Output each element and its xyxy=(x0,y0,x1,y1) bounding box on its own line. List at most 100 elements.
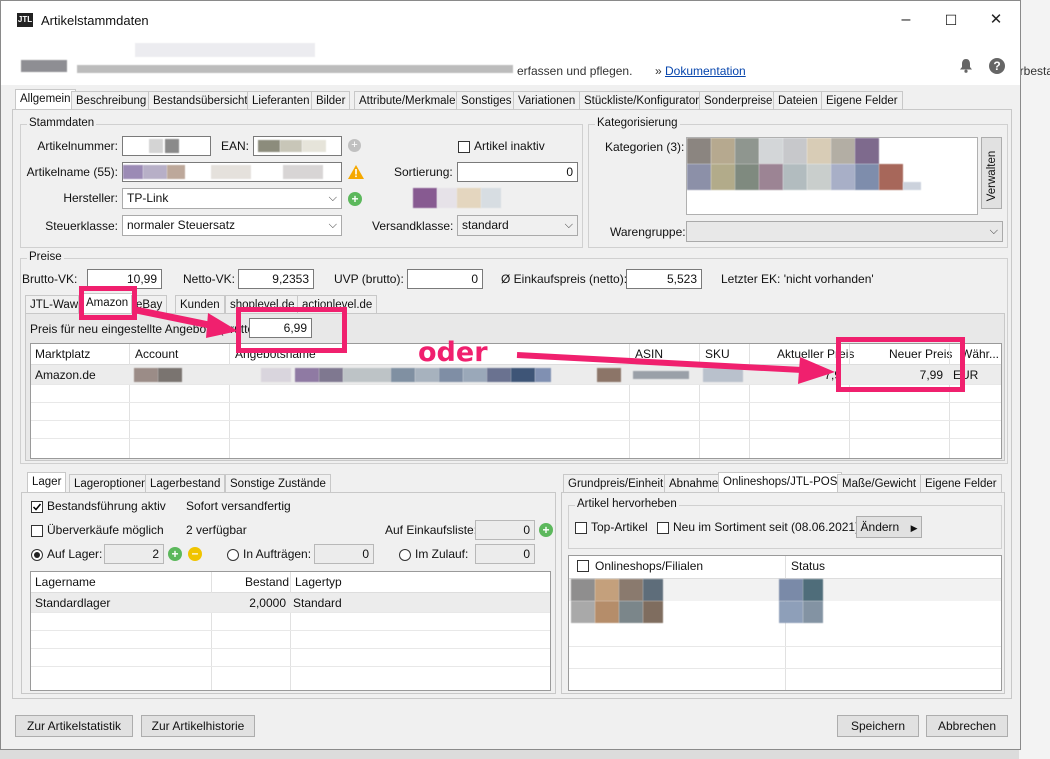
tab-lager[interactable]: Lager xyxy=(27,472,67,493)
jtl-logo-icon: JTL xyxy=(17,13,33,27)
bestandsfuehrung-checkbox[interactable] xyxy=(31,501,43,513)
col-status[interactable]: Status xyxy=(791,559,825,573)
auf-lager-remove-icon[interactable]: – xyxy=(188,547,202,561)
tab-sonderpreise[interactable]: Sonderpreise xyxy=(699,91,778,110)
versandklasse-label: Versandklasse: xyxy=(372,219,454,233)
artikelstatistik-button[interactable]: Zur Artikelstatistik xyxy=(15,715,133,737)
versandklasse-combo[interactable]: standard ⌵ xyxy=(457,215,578,236)
bell-icon[interactable] xyxy=(959,58,973,73)
select-all-checkbox[interactable] xyxy=(577,560,589,572)
einkaufsliste-add-icon[interactable]: + xyxy=(539,523,553,537)
kategorien-list[interactable] xyxy=(686,137,978,215)
col-bestand[interactable]: Bestand xyxy=(245,575,289,589)
artikel-inaktiv-checkbox[interactable] xyxy=(458,141,470,153)
artikel-hervorheben-group: Artikel hervorheben Top-Artikel Neu im S… xyxy=(568,498,1002,549)
artikelnummer-input[interactable] xyxy=(122,136,211,156)
aendern-label: Ändern xyxy=(860,520,900,534)
tab-attribute[interactable]: Attribute/Merkmale xyxy=(354,91,461,110)
in-auftraegen-radio[interactable] xyxy=(227,549,239,561)
maximize-button[interactable]: ☐ xyxy=(928,1,974,39)
auf-lager-add-icon[interactable]: + xyxy=(168,547,182,561)
row-lagername: Standardlager xyxy=(35,596,111,610)
col-marktplatz[interactable]: Marktplatz xyxy=(35,347,90,361)
abbrechen-button[interactable]: Abbrechen xyxy=(926,715,1008,737)
warengruppe-combo[interactable]: ⌵ xyxy=(686,221,1003,242)
background-window: erbesta xyxy=(1013,0,1050,759)
help-icon[interactable]: ? xyxy=(989,58,1005,74)
col-onlineshops[interactable]: Onlineshops/Filialen xyxy=(595,559,703,573)
tab-bilder[interactable]: Bilder xyxy=(311,91,351,110)
chevron-down-icon: ⌵ xyxy=(564,219,573,231)
tab-kunden[interactable]: Kunden xyxy=(175,295,225,314)
tab-grundpreis[interactable]: Grundpreis/Einheit xyxy=(563,474,669,493)
aendern-button[interactable]: Ändern ▶ xyxy=(856,516,922,538)
row-marktplatz: Amazon.de xyxy=(35,368,96,382)
artikelname-label: Artikelname (55): xyxy=(26,165,118,179)
col-asin[interactable]: ASIN xyxy=(635,347,663,361)
tab-stueckliste[interactable]: Stückliste/Konfigurator xyxy=(579,91,705,110)
tab-variationen[interactable]: Variationen xyxy=(513,91,581,110)
col-lagertyp[interactable]: Lagertyp xyxy=(295,575,342,589)
stammdaten-label: Stammdaten xyxy=(27,117,97,129)
tab-onlineshops[interactable]: Onlineshops/JTL-POS xyxy=(718,472,843,493)
col-lagername[interactable]: Lagername xyxy=(35,575,96,589)
tab-sonstige-zustaende[interactable]: Sonstige Zustände xyxy=(225,474,331,493)
auf-lager-radio[interactable] xyxy=(31,549,43,561)
neu-im-sortiment-label: Neu im Sortiment seit (08.06.2021) xyxy=(673,520,860,534)
documentation-link[interactable]: Dokumentation xyxy=(665,64,746,78)
top-artikel-checkbox[interactable] xyxy=(575,522,587,534)
tab-allgemein[interactable]: Allgemein xyxy=(15,89,76,110)
row-lagertyp: Standard xyxy=(293,596,342,610)
col-sku[interactable]: SKU xyxy=(705,347,730,361)
close-button[interactable]: ✕ xyxy=(973,1,1019,39)
zulauf-input[interactable]: 0 xyxy=(475,544,535,564)
artikelhistorie-button[interactable]: Zur Artikelhistorie xyxy=(141,715,255,737)
ean-label: EAN: xyxy=(221,139,250,153)
tab-eigene-felder[interactable]: Eigene Felder xyxy=(821,91,903,110)
ean-input[interactable] xyxy=(253,136,342,156)
bestandsfuehrung-label: Bestandsführung aktiv xyxy=(47,499,166,513)
col-account[interactable]: Account xyxy=(135,347,178,361)
col-waehrung[interactable]: Währ... xyxy=(961,347,999,361)
netto-input[interactable]: 9,2353 xyxy=(238,269,314,289)
minimize-button[interactable]: – xyxy=(883,1,929,39)
artikelname-input[interactable] xyxy=(122,162,342,182)
tab-content: Stammdaten Artikelnummer: EAN: + Artikel… xyxy=(12,109,1012,699)
einkaufsliste-input[interactable]: 0 xyxy=(475,520,535,540)
im-zulauf-radio[interactable] xyxy=(399,549,411,561)
steuerklasse-combo[interactable]: normaler Steuersatz ⌵ xyxy=(122,215,342,236)
list-item[interactable] xyxy=(569,601,1001,623)
hersteller-add-icon[interactable]: + xyxy=(348,192,362,206)
annotation-neu-preis-box xyxy=(236,307,347,353)
tab-abnahme[interactable]: Abnahme xyxy=(664,474,724,493)
versandklasse-value: standard xyxy=(462,218,509,232)
auf-lager-input[interactable]: 2 xyxy=(104,544,164,564)
tab-eigene-felder-right[interactable]: Eigene Felder xyxy=(920,474,1002,493)
sortierung-input[interactable]: 0 xyxy=(457,162,578,182)
tab-lageroptionen[interactable]: Lageroptionen xyxy=(69,474,153,493)
tab-lieferanten[interactable]: Lieferanten xyxy=(247,91,315,110)
tab-dateien[interactable]: Dateien xyxy=(773,91,823,110)
neu-im-sortiment-checkbox[interactable] xyxy=(657,522,669,534)
speichern-button[interactable]: Speichern xyxy=(837,715,919,737)
tab-beschreibung[interactable]: Beschreibung xyxy=(71,91,152,110)
hersteller-combo[interactable]: TP-Link ⌵ xyxy=(122,188,342,209)
artikelnummer-label: Artikelnummer: xyxy=(37,139,118,153)
tab-masse-gewicht[interactable]: Maße/Gewicht xyxy=(837,474,922,493)
tab-jtl-wawi[interactable]: JTL-Waw xyxy=(25,295,79,314)
hersteller-value: TP-Link xyxy=(127,191,169,205)
list-item[interactable] xyxy=(569,579,1001,601)
main-tabs: Allgemein Beschreibung Bestandsübersicht… xyxy=(15,89,1015,111)
auftraege-input[interactable]: 0 xyxy=(314,544,374,564)
uvp-input[interactable]: 0 xyxy=(407,269,483,289)
ek-input[interactable]: 5,523 xyxy=(626,269,702,289)
verwalten-button[interactable]: Verwalten xyxy=(981,137,1002,209)
header-description: erfassen und pflegen. xyxy=(517,64,633,78)
tab-bestandsuebersicht[interactable]: Bestandsübersicht xyxy=(148,91,253,110)
table-row[interactable]: Standardlager 2,0000 Standard xyxy=(31,593,550,612)
tab-sonstiges[interactable]: Sonstiges xyxy=(456,91,517,110)
sortierung-blurred-4 xyxy=(481,188,501,208)
ean-add-icon[interactable]: + xyxy=(348,139,361,152)
ueberverkaeufe-checkbox[interactable] xyxy=(31,525,43,537)
tab-lagerbestand[interactable]: Lagerbestand xyxy=(145,474,226,493)
